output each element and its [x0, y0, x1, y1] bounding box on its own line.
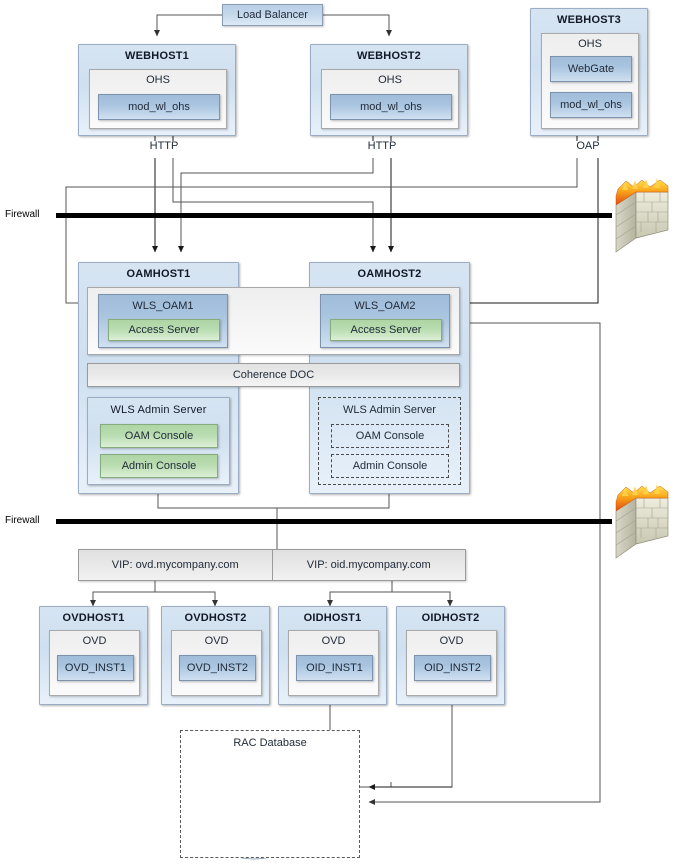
host-oamhost2-title: OAMHOST2	[357, 268, 422, 280]
webhost3-webgate[interactable]: WebGate	[550, 56, 632, 82]
webhost3-protocol-label: OAP	[576, 140, 600, 152]
webhost1-protocol-label: HTTP	[149, 140, 179, 152]
oamhost2-admin-server[interactable]: WLS Admin Server OAM Console Admin Conso…	[318, 397, 461, 485]
ovdhost2-instance[interactable]: OVD_INST2	[179, 655, 256, 681]
rac-database-label: RAC Database	[233, 737, 307, 749]
ovdhost1-instance[interactable]: OVD_INST1	[57, 655, 134, 681]
vip-cell-ovd[interactable]: VIP: ovd.mycompany.com	[79, 550, 272, 580]
host-webhost2-title: WEBHOST2	[357, 50, 421, 62]
firewall-icon-top	[615, 178, 669, 253]
oamhost1-admin-server-label: WLS Admin Server	[110, 404, 207, 416]
architecture-diagram: Load Balancer WEBHOST1 OHS mod_wl_ohs HT…	[0, 0, 675, 867]
oamhost2-admin-server-label: WLS Admin Server	[343, 404, 436, 416]
firewall-icon-bottom	[615, 484, 669, 559]
oidhost1-instance[interactable]: OID_INST1	[296, 655, 373, 681]
vip-cell-oid[interactable]: VIP: oid.mycompany.com	[271, 550, 466, 580]
webhost1-ohs-panel[interactable]: OHS mod_wl_ohs	[89, 69, 227, 129]
oidhost2-instance[interactable]: OID_INST2	[414, 655, 491, 681]
host-oamhost1-title: OAMHOST1	[126, 268, 191, 280]
wls-oam2-container[interactable]: WLS_OAM2 Access Server	[320, 294, 450, 348]
wls-oam1-container[interactable]: WLS_OAM1 Access Server	[98, 294, 228, 348]
ovdhost2-service-label: OVD	[204, 635, 229, 647]
host-oidhost2[interactable]: OIDHOST2 OVD OID_INST2	[396, 606, 505, 705]
host-webhost2[interactable]: WEBHOST2 OHS mod_wl_ohs	[310, 44, 468, 136]
host-oidhost1[interactable]: OIDHOST1 OVD OID_INST1	[278, 606, 387, 705]
coherence-doc-band[interactable]: Coherence DOC	[87, 363, 460, 387]
oidhost2-service-panel[interactable]: OVD OID_INST2	[406, 630, 497, 696]
ovdhost1-service-panel[interactable]: OVD OVD_INST1	[49, 630, 140, 696]
webhost3-ohs-label: OHS	[578, 38, 602, 50]
host-webhost3[interactable]: WEBHOST3 OHS WebGate mod_wl_ohs	[530, 8, 648, 136]
wls-oam1-access-server[interactable]: Access Server	[108, 319, 220, 341]
webhost2-ohs-label: OHS	[378, 74, 402, 86]
host-webhost1-title: WEBHOST1	[125, 50, 189, 62]
webhost3-mod-wl-ohs[interactable]: mod_wl_ohs	[550, 92, 632, 118]
oamhost2-admin-console[interactable]: Admin Console	[331, 454, 449, 478]
wls-oam2-access-server[interactable]: Access Server	[330, 319, 442, 341]
wls-oam2-label: WLS_OAM2	[354, 300, 416, 312]
firewall-label-top: Firewall	[5, 209, 40, 220]
webhost3-ohs-panel[interactable]: OHS WebGate mod_wl_ohs	[541, 33, 639, 129]
vip-bar[interactable]: VIP: ovd.mycompany.com VIP: oid.mycompan…	[78, 549, 466, 581]
webhost2-protocol-label: HTTP	[367, 140, 397, 152]
load-balancer-node[interactable]: Load Balancer	[222, 4, 323, 26]
webhost2-ohs-panel[interactable]: OHS mod_wl_ohs	[321, 69, 459, 129]
rac-database-group[interactable]: RAC Database	[180, 730, 360, 858]
oidhost2-service-label: OVD	[439, 635, 464, 647]
host-ovdhost1[interactable]: OVDHOST1 OVD OVD_INST1	[39, 606, 148, 705]
host-oidhost1-title: OIDHOST1	[303, 612, 362, 624]
webhost1-mod-wl-ohs[interactable]: mod_wl_ohs	[98, 94, 220, 120]
host-ovdhost2[interactable]: OVDHOST2 OVD OVD_INST2	[161, 606, 270, 705]
load-balancer-label: Load Balancer	[237, 9, 308, 21]
host-webhost3-title: WEBHOST3	[557, 14, 621, 26]
ovdhost1-service-label: OVD	[82, 635, 107, 647]
host-ovdhost1-title: OVDHOST1	[62, 612, 125, 624]
wls-oam1-label: WLS_OAM1	[132, 300, 194, 312]
webhost2-mod-wl-ohs[interactable]: mod_wl_ohs	[330, 94, 452, 120]
host-webhost1[interactable]: WEBHOST1 OHS mod_wl_ohs	[78, 44, 236, 136]
ovdhost2-service-panel[interactable]: OVD OVD_INST2	[171, 630, 262, 696]
oamhost2-oam-console[interactable]: OAM Console	[331, 424, 449, 448]
coherence-doc-label: Coherence DOC	[232, 369, 315, 381]
oidhost1-service-panel[interactable]: OVD OID_INST1	[288, 630, 379, 696]
host-oidhost2-title: OIDHOST2	[421, 612, 480, 624]
webhost1-ohs-label: OHS	[146, 74, 170, 86]
host-ovdhost2-title: OVDHOST2	[184, 612, 247, 624]
oidhost1-service-label: OVD	[321, 635, 346, 647]
oamhost1-admin-console[interactable]: Admin Console	[100, 454, 218, 478]
oamhost1-admin-server[interactable]: WLS Admin Server OAM Console Admin Conso…	[87, 397, 230, 485]
oamhost1-oam-console[interactable]: OAM Console	[100, 424, 218, 448]
firewall-label-bottom: Firewall	[5, 515, 40, 526]
